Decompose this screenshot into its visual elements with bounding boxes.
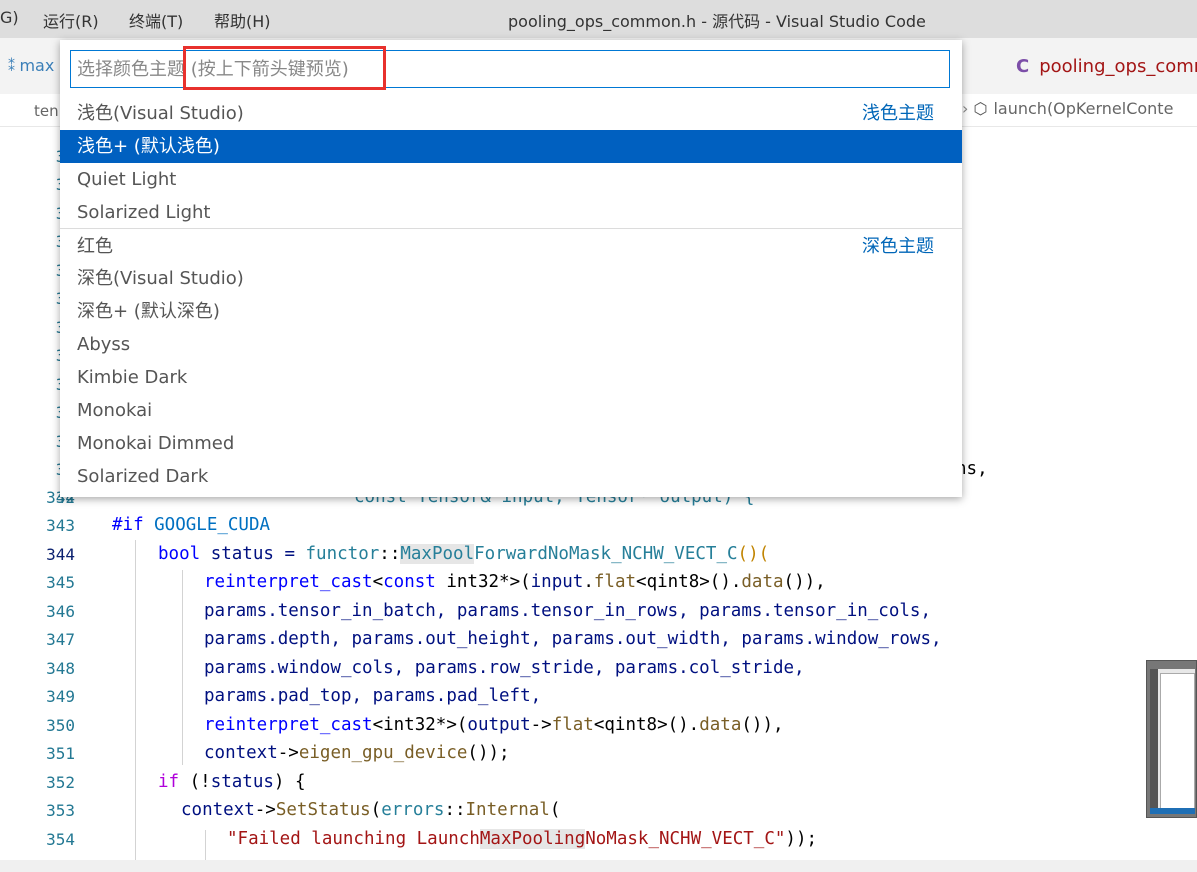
theme-item-red[interactable]: 红色 深色主题: [60, 230, 962, 263]
theme-item-label: Abyss: [77, 334, 131, 355]
breadcrumb-folder[interactable]: ten: [34, 102, 59, 120]
line-number-current: 344: [46, 545, 75, 564]
theme-item-solarized-light[interactable]: Solarized Light: [60, 196, 962, 229]
chevron-right-icon: ›: [962, 99, 969, 118]
code-line-346: params.tensor_in_batch, params.tensor_in…: [204, 601, 931, 621]
minimap-sidebar: [1150, 669, 1158, 814]
theme-item-label: Monokai Dimmed: [77, 433, 235, 454]
theme-item-label: 深色+ (默认深色): [77, 301, 220, 322]
code-line-349: params.pad_top, params.pad_left,: [204, 686, 542, 706]
indent-guide: [182, 570, 183, 765]
code-line-352: if (!status) {: [158, 772, 306, 792]
line-number: 347: [46, 630, 75, 649]
theme-item-label: Quiet Light: [77, 169, 177, 190]
minimap-window: [1160, 673, 1195, 810]
theme-group-divider: [60, 228, 962, 229]
line-number: 346: [46, 602, 75, 621]
breadcrumb-symbol[interactable]: › ⬡ launch(OpKernelConte: [962, 99, 1173, 118]
menu-help[interactable]: 帮助(H): [214, 8, 271, 32]
tab-max-label: max: [19, 56, 55, 75]
theme-item-abyss[interactable]: Abyss: [60, 328, 962, 361]
line-number: 349: [46, 687, 75, 706]
line-number: 348: [46, 659, 75, 678]
c-file-icon: C: [1016, 56, 1030, 77]
dark-themes-separator-label: 深色主题: [862, 236, 934, 257]
breadcrumb-symbol-label: launch(OpKernelConte: [993, 99, 1174, 118]
line-number: 351: [46, 744, 75, 763]
cpp-file-icon: ⁑: [8, 59, 20, 75]
minimap-preview: [1150, 669, 1195, 814]
code-line-347: params.depth, params.out_height, params.…: [204, 629, 942, 649]
code-line-345: reinterpret_cast<const int32*>(input.fla…: [204, 572, 826, 592]
code-line-353: context->SetStatus(errors::Internal(: [181, 800, 561, 820]
menu-go[interactable]: G): [0, 8, 19, 27]
theme-item-label: Monokai: [77, 400, 153, 421]
color-theme-quick-pick: 浅色(Visual Studio) 浅色主题 浅色+ (默认浅色) Quiet L…: [60, 40, 962, 497]
light-themes-separator-label: 浅色主题: [862, 103, 934, 124]
line-number: 353: [46, 801, 75, 820]
theme-item-light-vs[interactable]: 浅色(Visual Studio) 浅色主题: [60, 97, 962, 130]
minimap-taskbar: [1150, 808, 1195, 814]
title-bar: G) 运行(R) 终端(T) 帮助(H) pooling_ops_common.…: [0, 0, 1197, 38]
code-line-351: context->eigen_gpu_device());: [204, 743, 510, 763]
tab-max[interactable]: ⁑ max: [8, 56, 54, 75]
code-line-348: params.window_cols, params.row_stride, p…: [204, 658, 805, 678]
code-line-343: #if GOOGLE_CUDA: [112, 515, 271, 535]
line-number: 350: [46, 716, 75, 735]
theme-item-kimbie-dark[interactable]: Kimbie Dark: [60, 361, 962, 394]
code-line-344: bool status = functor::MaxPoolForwardNoM…: [158, 544, 770, 564]
theme-item-dark-plus[interactable]: 深色+ (默认深色): [60, 295, 962, 328]
theme-item-label: Kimbie Dark: [77, 367, 188, 388]
theme-item-label: Solarized Light: [77, 202, 211, 223]
theme-item-quiet-light[interactable]: Quiet Light: [60, 163, 962, 196]
menu-run[interactable]: 运行(R): [43, 8, 99, 32]
tab-pooling-ops-common[interactable]: Cpooling_ops_comm: [1016, 56, 1197, 77]
indent-guide: [205, 830, 206, 860]
theme-item-monokai-dimmed[interactable]: Monokai Dimmed: [60, 427, 962, 460]
theme-item-label: Solarized Dark: [77, 466, 209, 487]
minimap[interactable]: [1146, 660, 1197, 818]
window-title: pooling_ops_common.h - 源代码 - Visual Stud…: [508, 12, 926, 31]
theme-item-solarized-dark[interactable]: Solarized Dark: [60, 460, 962, 493]
line-number: 352: [46, 773, 75, 792]
tab-pooling-label: pooling_ops_comm: [1039, 56, 1197, 77]
indent-guide: [135, 540, 136, 860]
theme-item-light-plus[interactable]: 浅色+ (默认浅色): [60, 130, 962, 163]
line-number: 345: [46, 573, 75, 592]
theme-item-label: 浅色+ (默认浅色): [77, 136, 220, 157]
annotation-highlight-box: [183, 46, 386, 90]
method-cube-icon: ⬡: [973, 99, 988, 118]
theme-item-label: 深色(Visual Studio): [77, 268, 244, 289]
theme-item-label: 浅色(Visual Studio): [77, 103, 244, 124]
menu-terminal[interactable]: 终端(T): [129, 8, 183, 32]
theme-item-dark-vs[interactable]: 深色(Visual Studio): [60, 262, 962, 295]
theme-item-label: 红色: [77, 236, 113, 257]
line-number: 343: [46, 516, 75, 535]
status-bar: [0, 860, 1197, 872]
code-line-354: "Failed launching LaunchMaxPoolingNoMask…: [227, 829, 818, 849]
code-line-350: reinterpret_cast<int32*>(output->flat<qi…: [204, 715, 784, 735]
line-number: 354: [46, 830, 75, 849]
theme-item-monokai[interactable]: Monokai: [60, 394, 962, 427]
